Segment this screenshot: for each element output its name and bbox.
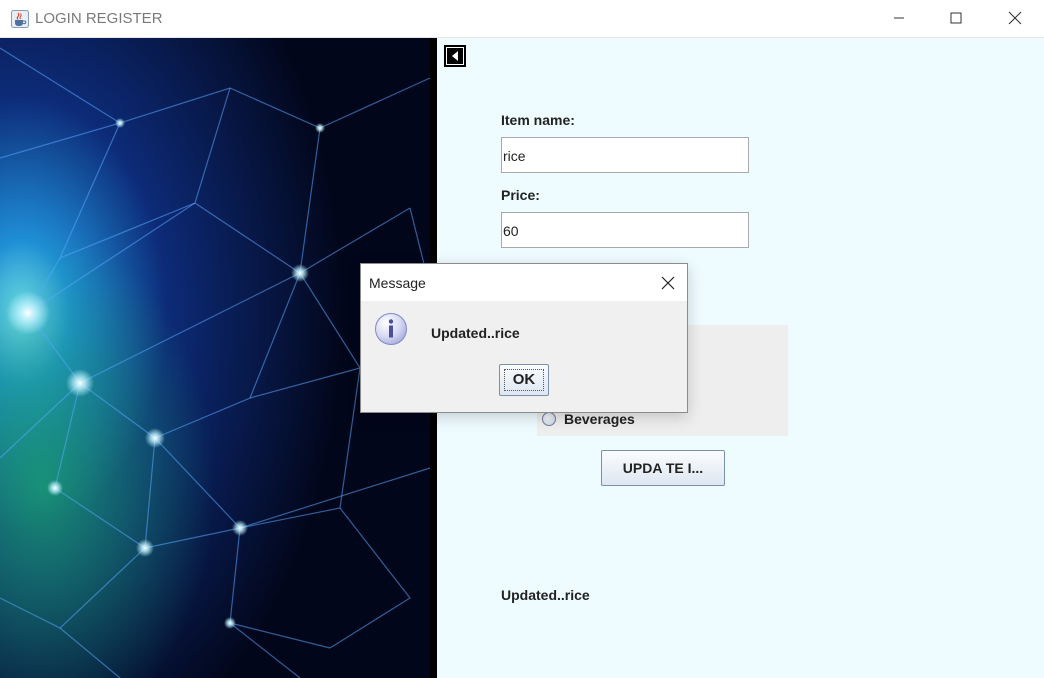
close-icon [661, 276, 675, 290]
ok-button-label: OK [512, 371, 536, 388]
arrow-left-icon [452, 51, 458, 61]
minimize-button[interactable] [876, 0, 922, 36]
update-item-button[interactable]: UPDA TE I... [601, 450, 725, 486]
window-titlebar: LOGIN REGISTER [0, 0, 1044, 38]
minimize-icon [894, 17, 904, 19]
close-window-button[interactable] [992, 0, 1038, 36]
status-message: Updated..rice [501, 587, 590, 603]
message-dialog: Message Updated..rice OK [360, 263, 688, 413]
ok-button[interactable]: OK [499, 364, 549, 396]
dialog-close-button[interactable] [655, 270, 681, 296]
price-label: Price: [501, 187, 540, 203]
radio-circle-icon [542, 412, 556, 426]
window-title: LOGIN REGISTER [35, 10, 163, 27]
item-name-label: Item name: [501, 112, 575, 128]
maximize-button[interactable] [933, 0, 979, 36]
price-field[interactable] [501, 212, 749, 248]
close-icon [1008, 11, 1022, 25]
dialog-message: Updated..rice [431, 325, 520, 341]
info-icon [374, 312, 408, 346]
java-cup-icon [11, 10, 29, 28]
item-name-field[interactable] [501, 137, 749, 173]
dialog-title: Message [369, 275, 426, 291]
category-radio-label: Beverages [564, 411, 635, 427]
dialog-titlebar: Message [361, 264, 687, 301]
maximize-icon [950, 12, 962, 24]
category-radio-beverages[interactable]: Beverages [542, 411, 635, 427]
back-button[interactable] [444, 45, 466, 67]
